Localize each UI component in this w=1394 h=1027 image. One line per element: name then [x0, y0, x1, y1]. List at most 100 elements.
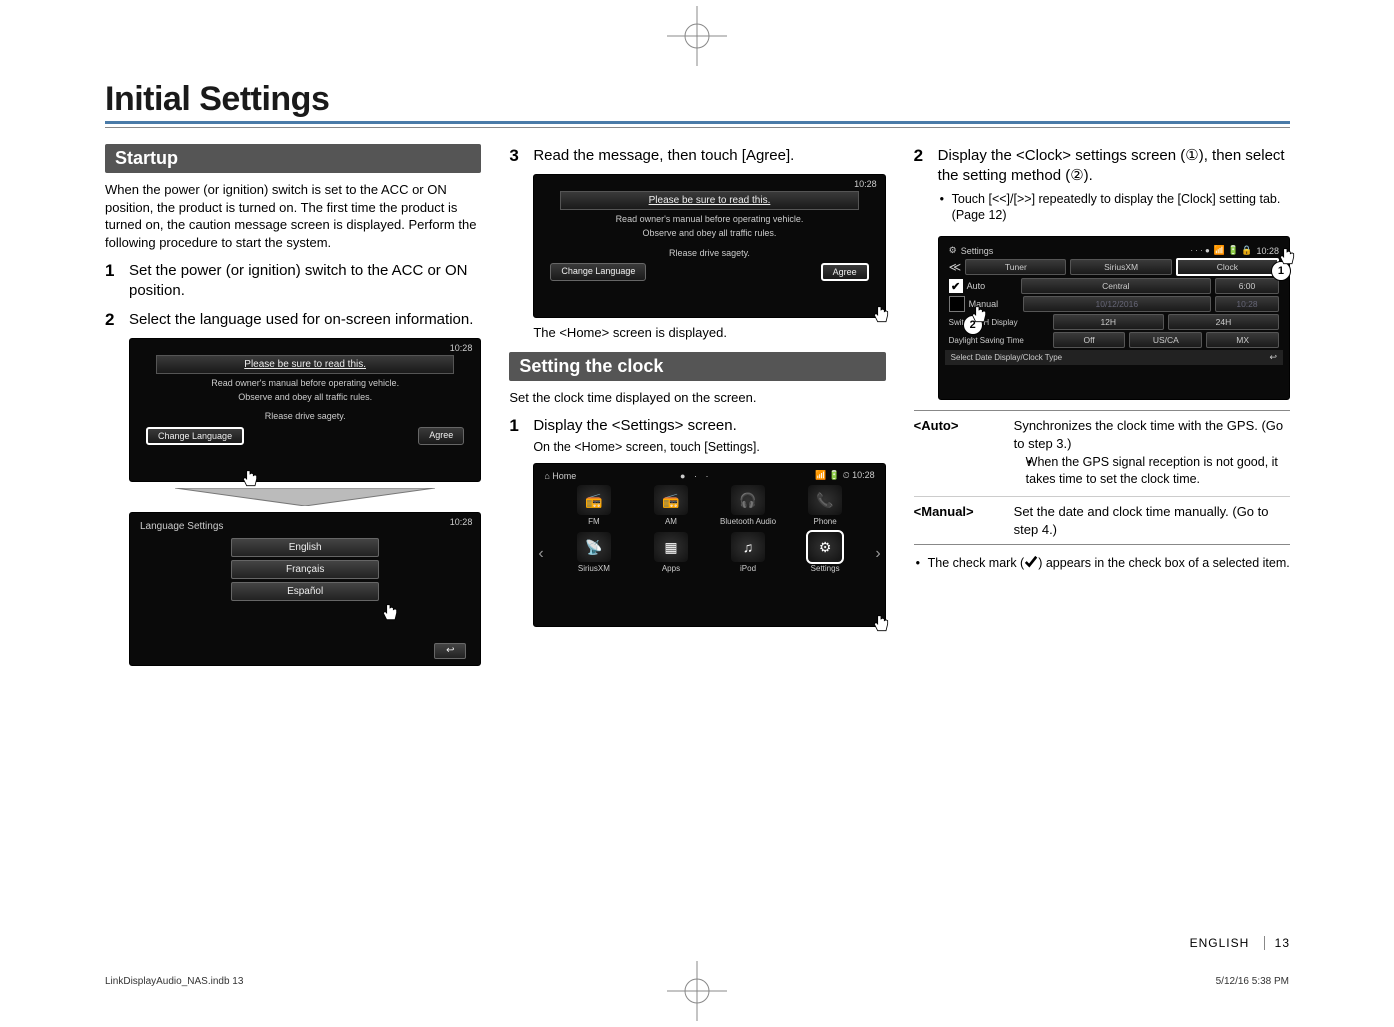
- agree-button-2[interactable]: Agree: [821, 263, 869, 281]
- tile-sxm[interactable]: 📡SiriusXM: [558, 532, 629, 573]
- caution-screenshot-2: 10:28 Please be sure to read this. Read …: [533, 174, 885, 318]
- caution2-banner: Please be sure to read this.: [560, 191, 858, 210]
- title-rule-1: [105, 121, 1290, 124]
- check-note-b: ) appears in the check box of a selected…: [1038, 556, 1290, 570]
- step-num-2: 2: [105, 310, 119, 330]
- opt-manual-key: <Manual>: [914, 503, 1004, 538]
- pointer-hand-icon: [380, 603, 400, 623]
- tab-clock[interactable]: Clock: [1176, 258, 1279, 276]
- lang-title: Language Settings: [140, 521, 470, 532]
- section-startup: Startup: [105, 144, 481, 173]
- step-num-1: 1: [105, 261, 119, 302]
- check-note-a: The check mark (: [928, 556, 1025, 570]
- print-file-label: LinkDisplayAudio_NAS.indb 13: [105, 976, 243, 987]
- footer-lang: ENGLISH: [1190, 936, 1250, 950]
- tile-apps[interactable]: ▦Apps: [635, 532, 706, 573]
- home-icon: ⌂: [544, 471, 549, 481]
- btn-dst-mx[interactable]: MX: [1206, 332, 1279, 348]
- back-button[interactable]: ↩: [434, 643, 466, 659]
- tile-am-label: AM: [635, 517, 706, 526]
- tab-tuner[interactable]: Tuner: [965, 259, 1066, 275]
- tile-apps-label: Apps: [635, 564, 706, 573]
- step-2-text: Select the language used for on-screen i…: [129, 310, 473, 330]
- ipod-icon: ♫: [731, 532, 765, 562]
- caution-time: 10:28: [450, 343, 473, 353]
- caution-screenshot: 10:28 Please be sure to read this. Read …: [129, 338, 481, 482]
- step-3-line: Read the message, then touch [Agree].: [533, 147, 794, 164]
- tile-settings-label: Settings: [790, 564, 861, 573]
- lang-english-button[interactable]: English: [231, 538, 379, 557]
- tabs-prev-icon[interactable]: ≪: [949, 260, 962, 274]
- print-timestamp: 5/12/16 5:38 PM: [1216, 976, 1289, 987]
- tile-sxm-label: SiriusXM: [558, 564, 629, 573]
- tab-sxm[interactable]: SiriusXM: [1070, 259, 1171, 275]
- page-title: Initial Settings: [105, 80, 1290, 119]
- footer-page: 13: [1264, 936, 1290, 950]
- tile-bt-label: Bluetooth Audio: [712, 517, 783, 526]
- chevron-right-icon[interactable]: ›: [875, 545, 880, 563]
- registration-mark-bottom: [667, 961, 727, 1021]
- opt-auto-val: Synchronizes the clock time with the GPS…: [1014, 417, 1290, 452]
- bt-icon: 🎧: [731, 485, 765, 515]
- manual-checkbox[interactable]: [949, 296, 965, 312]
- home-time: 10:28: [852, 470, 875, 480]
- check-note: The check mark ( ) appears in the check b…: [914, 555, 1290, 572]
- chevron-left-icon[interactable]: ‹: [538, 545, 543, 563]
- startup-intro: When the power (or ignition) switch is s…: [105, 181, 481, 251]
- gear-icon: ⚙: [808, 532, 842, 562]
- caution-msg-2: Observe and obey all traffic rules.: [146, 392, 464, 404]
- auto-zone[interactable]: Central: [1021, 278, 1211, 294]
- clock-step-1-sub: On the <Home> screen, touch [Settings].: [533, 439, 760, 456]
- back-icon-clock[interactable]: ↩: [1269, 352, 1277, 363]
- btn-24h[interactable]: 24H: [1168, 314, 1279, 330]
- settings-label: Settings: [961, 246, 1187, 256]
- btn-12h[interactable]: 12H: [1053, 314, 1164, 330]
- lang-espanol-button[interactable]: Español: [231, 582, 379, 601]
- pointer-hand-icon: [1277, 247, 1297, 267]
- tile-am[interactable]: 📻 AM: [635, 485, 706, 526]
- home-screenshot: ⌂ Home ● · · 📶 🔋 ⏲ 10:28 ‹ › 📻 FM 📻 AM 🎧 Bl…: [533, 463, 885, 627]
- auto-label: Auto: [967, 281, 1017, 291]
- auto-checkbox[interactable]: ✔: [949, 279, 963, 293]
- btn-dst-usca[interactable]: US/CA: [1129, 332, 1202, 348]
- caution-banner: Please be sure to read this.: [156, 355, 454, 374]
- opt-auto-key: <Auto>: [914, 417, 1004, 490]
- manual-date[interactable]: 10/12/2016: [1023, 296, 1211, 312]
- clock-intro: Set the clock time displayed on the scre…: [509, 389, 885, 407]
- fm-icon: 📻: [577, 485, 611, 515]
- tile-ipod[interactable]: ♫iPod: [712, 532, 783, 573]
- gear-small-icon: ⚙: [949, 245, 957, 256]
- page-footer: ENGLISH 13: [1190, 936, 1290, 950]
- home-displayed-note: The <Home> screen is displayed.: [533, 324, 885, 342]
- opt-manual-val: Set the date and clock time manually. (G…: [1014, 503, 1290, 538]
- tile-bt[interactable]: 🎧 Bluetooth Audio: [712, 485, 783, 526]
- registration-mark-top: [667, 6, 727, 66]
- caution2-msg-3: Rlease drive sagety.: [550, 248, 868, 260]
- am-icon: 📻: [654, 485, 688, 515]
- tile-settings[interactable]: ⚙ Settings: [790, 532, 861, 573]
- tile-fm-label: FM: [558, 517, 629, 526]
- lang-time: 10:28: [450, 517, 473, 527]
- clock-step-1-text: Display the <Settings> screen.: [533, 416, 760, 436]
- btn-dst-off[interactable]: Off: [1053, 332, 1126, 348]
- tile-fm[interactable]: 📻 FM: [558, 485, 629, 526]
- status-icons: 📶 🔋 ⏲: [815, 470, 849, 480]
- pointer-hand-icon: [871, 305, 891, 325]
- change-language-button-2[interactable]: Change Language: [550, 263, 646, 281]
- home-label: Home: [552, 471, 576, 481]
- tile-phone-label: Phone: [790, 517, 861, 526]
- phone-icon: 📞: [808, 485, 842, 515]
- title-rule-2: [105, 127, 1290, 128]
- manual-time[interactable]: 10:28: [1215, 296, 1279, 312]
- step-1-text: Set the power (or ignition) switch to th…: [129, 261, 481, 302]
- page-dots-icon: ● · ·: [680, 471, 711, 481]
- pointer-hand-icon: [969, 305, 989, 325]
- tile-phone[interactable]: 📞 Phone: [790, 485, 861, 526]
- agree-button[interactable]: Agree: [418, 427, 464, 445]
- change-language-button[interactable]: Change Language: [146, 427, 244, 445]
- options-table: <Auto> Synchronizes the clock time with …: [914, 410, 1290, 545]
- clock-step-num-1: 1: [509, 416, 523, 455]
- clock-step-2: 2 Display the <Clock> settings screen (①…: [914, 146, 1290, 228]
- lang-francais-button[interactable]: Français: [231, 560, 379, 579]
- clock-step-2-bullet: Touch [<<]/[>>] repeatedly to display th…: [938, 191, 1290, 225]
